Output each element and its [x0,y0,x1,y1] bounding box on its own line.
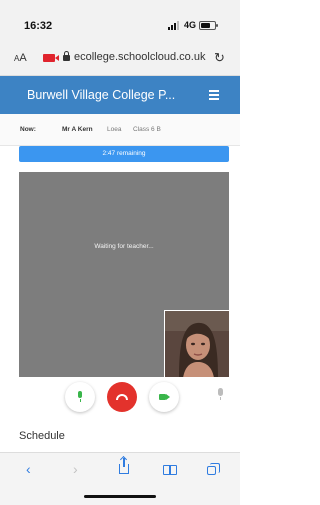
video-call-area: Waiting for teacher... [19,172,229,377]
status-time: 16:32 [24,20,53,32]
back-icon[interactable]: ‹ [26,461,31,477]
share-icon[interactable] [119,458,129,474]
network-type: 4G [184,20,197,30]
camera-in-use-icon[interactable] [43,54,59,62]
url-text[interactable]: ecollege.schoolcloud.co.uk [74,51,205,63]
teacher-name: Mr A Kern [62,126,93,133]
text-size-button[interactable]: AA [14,52,27,64]
class-name: Class 6 B [133,126,161,133]
hang-up-button[interactable] [107,382,137,412]
status-bar: 16:32 4G [0,0,240,40]
time-remaining-bar: 2:47 remaining [19,146,229,162]
home-indicator[interactable] [84,495,156,498]
schedule-heading: Schedule [19,430,65,442]
bookmarks-icon[interactable] [163,465,177,475]
self-view-image [165,311,229,377]
phone-screen: 16:32 4G AA ecollege.schoolcloud.co.uk ↻… [0,0,240,505]
self-view-video [164,310,229,377]
reload-icon[interactable]: ↻ [214,50,225,66]
video-camera-icon [159,394,170,400]
hang-up-phone-icon [116,394,128,400]
microphone-button[interactable] [65,382,95,412]
now-label: Now: [20,126,36,133]
room-name: Loea [107,126,122,133]
call-controls [0,382,240,414]
microphone-level-icon [218,388,223,400]
address-bar[interactable]: AA ecollege.schoolcloud.co.uk ↻ [0,40,240,76]
appointment-info: Now: Mr A Kern Loea Class 6 B [0,114,240,146]
waiting-status-text: Waiting for teacher... [94,243,154,250]
camera-button[interactable] [149,382,179,412]
text-size-large-label: A [19,52,27,64]
tabs-icon[interactable] [207,463,220,475]
cellular-signal-icon [168,21,182,30]
time-remaining-text: 2:47 remaining [102,150,146,157]
app-header: Burwell Village College P... [0,76,240,114]
hamburger-menu-icon[interactable] [209,90,219,100]
page-title: Burwell Village College P... [27,88,176,102]
forward-icon[interactable]: › [73,461,78,477]
battery-icon [199,21,218,30]
microphone-icon [78,391,82,402]
lock-icon [63,51,70,61]
